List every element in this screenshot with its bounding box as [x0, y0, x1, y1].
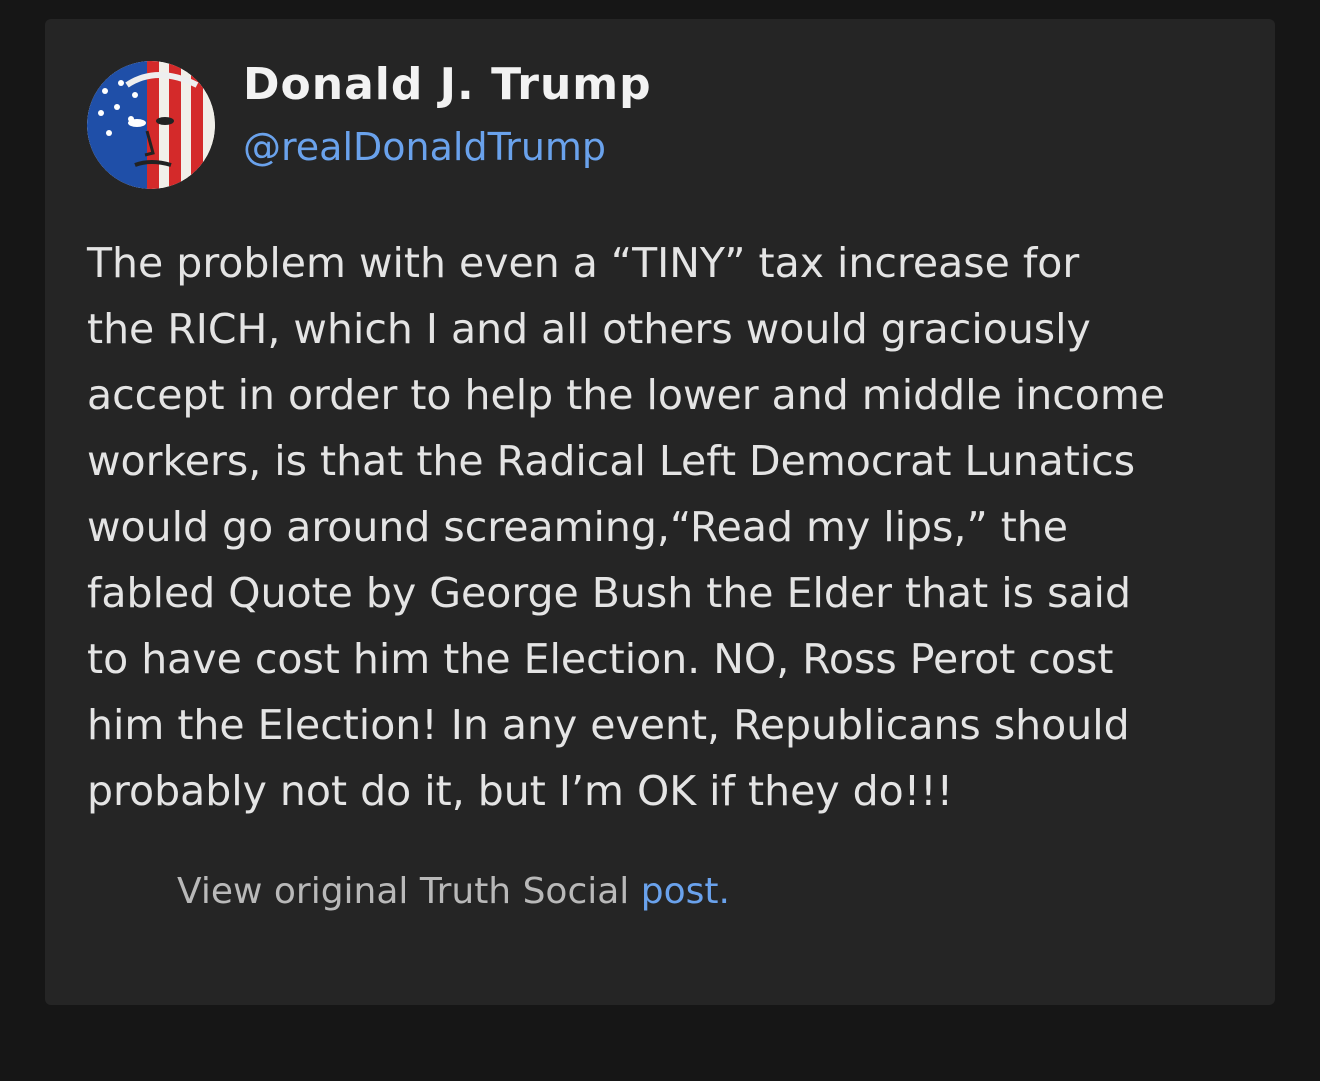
post-body-line: probably not do it, but I’m OK if they d… [87, 767, 954, 815]
post-body-line: him the Election! In any event, Republic… [87, 701, 1130, 749]
avatar[interactable] [87, 61, 215, 189]
view-original-footer: View original Truth Social post. [177, 871, 730, 912]
post-body-line: to have cost him the Election. NO, Ross … [87, 635, 1114, 683]
post-body-line: would go around screaming,“Read my lips,… [87, 503, 1068, 551]
post-body-line: workers, is that the Radical Left Democr… [87, 437, 1136, 485]
post-body: The problem with even a “TINY” tax incre… [87, 230, 1237, 824]
author-handle[interactable]: @realDonaldTrump [243, 125, 606, 169]
author-display-name[interactable]: Donald J. Trump [243, 59, 652, 110]
flag-painted-face-avatar-icon [87, 61, 215, 189]
post-body-line: the RICH, which I and all others would g… [87, 305, 1091, 353]
original-post-link[interactable]: post. [641, 871, 730, 912]
post-body-line: fabled Quote by George Bush the Elder th… [87, 569, 1131, 617]
post-card: Donald J. Trump @realDonaldTrump The pro… [45, 19, 1275, 1005]
post-body-line: accept in order to help the lower and mi… [87, 371, 1165, 419]
post-body-line: The problem with even a “TINY” tax incre… [87, 239, 1080, 287]
view-original-label: View original Truth Social [177, 871, 641, 912]
